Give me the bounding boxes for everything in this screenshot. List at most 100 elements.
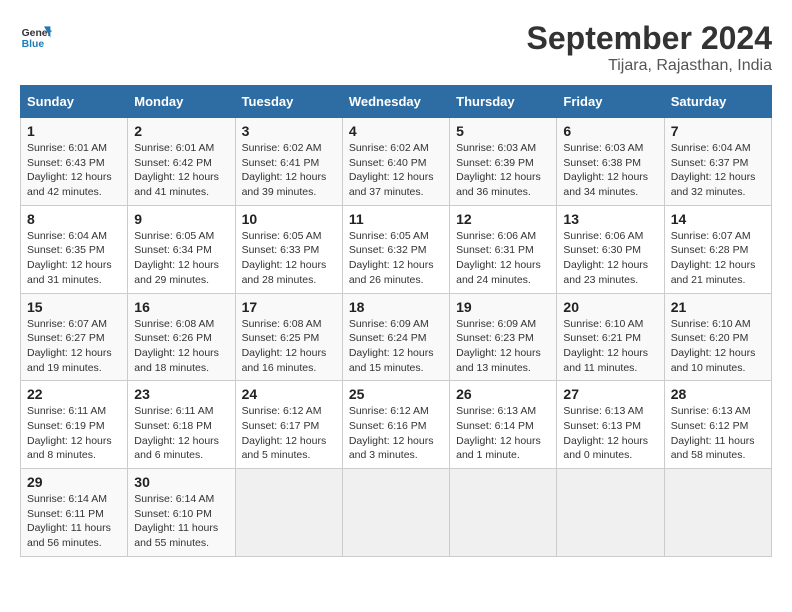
day-number: 2 — [134, 123, 228, 139]
table-cell: 27 Sunrise: 6:13 AMSunset: 6:13 PMDayligh… — [557, 381, 664, 469]
table-cell: 22Sunrise: 6:11 AMSunset: 6:19 PMDayligh… — [21, 381, 128, 469]
table-cell: 21Sunrise: 6:10 AMSunset: 6:20 PMDayligh… — [664, 293, 771, 381]
table-cell: 5 Sunrise: 6:03 AMSunset: 6:39 PMDaylight… — [450, 118, 557, 206]
day-detail: Sunrise: 6:03 AMSunset: 6:38 PMDaylight:… — [563, 141, 657, 200]
day-number: 10 — [242, 211, 336, 227]
table-cell: 4 Sunrise: 6:02 AMSunset: 6:40 PMDaylight… — [342, 118, 449, 206]
day-detail: Sunrise: 6:10 AMSunset: 6:20 PMDaylight:… — [671, 317, 765, 376]
day-number: 12 — [456, 211, 550, 227]
table-row: 15 Sunrise: 6:07 AMSunset: 6:27 PMDayligh… — [21, 293, 772, 381]
day-detail: Sunrise: 6:06 AMSunset: 6:31 PMDaylight:… — [456, 229, 550, 288]
table-cell: 28 Sunrise: 6:13 AMSunset: 6:12 PMDayligh… — [664, 381, 771, 469]
day-number: 4 — [349, 123, 443, 139]
day-number: 27 — [563, 386, 657, 402]
table-cell: 29 Sunrise: 6:14 AMSunset: 6:11 PMDayligh… — [21, 469, 128, 557]
day-detail: Sunrise: 6:09 AMSunset: 6:24 PMDaylight:… — [349, 317, 443, 376]
day-number: 25 — [349, 386, 443, 402]
day-detail: Sunrise: 6:08 AMSunset: 6:26 PMDaylight:… — [134, 317, 228, 376]
header-row: Sunday Monday Tuesday Wednesday Thursday… — [21, 86, 772, 118]
table-cell: 26 Sunrise: 6:13 AMSunset: 6:14 PMDayligh… — [450, 381, 557, 469]
day-detail: Sunrise: 6:05 AMSunset: 6:32 PMDaylight:… — [349, 229, 443, 288]
table-cell: 7 Sunrise: 6:04 AMSunset: 6:37 PMDaylight… — [664, 118, 771, 206]
day-detail: Sunrise: 6:02 AMSunset: 6:41 PMDaylight:… — [242, 141, 336, 200]
day-number: 17 — [242, 299, 336, 315]
calendar-body: 1Sunrise: 6:01 AMSunset: 6:43 PMDaylight… — [21, 118, 772, 557]
day-number: 6 — [563, 123, 657, 139]
day-number: 15 — [27, 299, 121, 315]
day-detail: Sunrise: 6:06 AMSunset: 6:30 PMDaylight:… — [563, 229, 657, 288]
day-detail: Sunrise: 6:07 AMSunset: 6:27 PMDaylight:… — [27, 317, 121, 376]
table-row: 29 Sunrise: 6:14 AMSunset: 6:11 PMDayligh… — [21, 469, 772, 557]
table-cell: 24 Sunrise: 6:12 AMSunset: 6:17 PMDayligh… — [235, 381, 342, 469]
table-cell: 17Sunrise: 6:08 AMSunset: 6:25 PMDayligh… — [235, 293, 342, 381]
day-number: 18 — [349, 299, 443, 315]
day-detail: Sunrise: 6:01 AMSunset: 6:42 PMDaylight:… — [134, 141, 228, 200]
title-block: September 2024 Tijara, Rajasthan, India — [527, 20, 772, 75]
day-number: 28 — [671, 386, 765, 402]
table-cell — [235, 469, 342, 557]
table-cell — [450, 469, 557, 557]
table-cell: 10 Sunrise: 6:05 AMSunset: 6:33 PMDayligh… — [235, 205, 342, 293]
table-cell: 18 Sunrise: 6:09 AMSunset: 6:24 PMDayligh… — [342, 293, 449, 381]
table-cell: 1Sunrise: 6:01 AMSunset: 6:43 PMDaylight… — [21, 118, 128, 206]
col-tuesday: Tuesday — [235, 86, 342, 118]
day-detail: Sunrise: 6:04 AMSunset: 6:37 PMDaylight:… — [671, 141, 765, 200]
page-title: September 2024 — [527, 20, 772, 57]
day-detail: Sunrise: 6:05 AMSunset: 6:33 PMDaylight:… — [242, 229, 336, 288]
day-number: 1 — [27, 123, 121, 139]
col-saturday: Saturday — [664, 86, 771, 118]
day-number: 26 — [456, 386, 550, 402]
day-detail: Sunrise: 6:02 AMSunset: 6:40 PMDaylight:… — [349, 141, 443, 200]
day-detail: Sunrise: 6:12 AMSunset: 6:17 PMDaylight:… — [242, 404, 336, 463]
day-number: 20 — [563, 299, 657, 315]
logo: General Blue — [20, 20, 52, 52]
calendar-table: Sunday Monday Tuesday Wednesday Thursday… — [20, 85, 772, 557]
day-number: 19 — [456, 299, 550, 315]
day-detail: Sunrise: 6:13 AMSunset: 6:14 PMDaylight:… — [456, 404, 550, 463]
table-cell: 16 Sunrise: 6:08 AMSunset: 6:26 PMDayligh… — [128, 293, 235, 381]
table-cell: 20 Sunrise: 6:10 AMSunset: 6:21 PMDayligh… — [557, 293, 664, 381]
table-cell: 13 Sunrise: 6:06 AMSunset: 6:30 PMDayligh… — [557, 205, 664, 293]
day-detail: Sunrise: 6:04 AMSunset: 6:35 PMDaylight:… — [27, 229, 121, 288]
table-cell: 9 Sunrise: 6:05 AMSunset: 6:34 PMDaylight… — [128, 205, 235, 293]
table-cell: 30Sunrise: 6:14 AMSunset: 6:10 PMDayligh… — [128, 469, 235, 557]
col-sunday: Sunday — [21, 86, 128, 118]
table-cell: 23Sunrise: 6:11 AMSunset: 6:18 PMDayligh… — [128, 381, 235, 469]
table-cell: 25Sunrise: 6:12 AMSunset: 6:16 PMDayligh… — [342, 381, 449, 469]
day-detail: Sunrise: 6:10 AMSunset: 6:21 PMDaylight:… — [563, 317, 657, 376]
day-detail: Sunrise: 6:11 AMSunset: 6:18 PMDaylight:… — [134, 404, 228, 463]
table-cell: 15 Sunrise: 6:07 AMSunset: 6:27 PMDayligh… — [21, 293, 128, 381]
col-friday: Friday — [557, 86, 664, 118]
day-number: 13 — [563, 211, 657, 227]
day-number: 29 — [27, 474, 121, 490]
table-cell: 6 Sunrise: 6:03 AMSunset: 6:38 PMDaylight… — [557, 118, 664, 206]
page-header: General Blue September 2024 Tijara, Raja… — [20, 20, 772, 75]
day-number: 9 — [134, 211, 228, 227]
table-cell: 3 Sunrise: 6:02 AMSunset: 6:41 PMDaylight… — [235, 118, 342, 206]
day-number: 14 — [671, 211, 765, 227]
day-number: 16 — [134, 299, 228, 315]
page-subtitle: Tijara, Rajasthan, India — [527, 57, 772, 75]
day-detail: Sunrise: 6:14 AMSunset: 6:11 PMDaylight:… — [27, 492, 121, 551]
table-cell: 12 Sunrise: 6:06 AMSunset: 6:31 PMDayligh… — [450, 205, 557, 293]
day-detail: Sunrise: 6:03 AMSunset: 6:39 PMDaylight:… — [456, 141, 550, 200]
table-cell: 19 Sunrise: 6:09 AMSunset: 6:23 PMDayligh… — [450, 293, 557, 381]
table-cell: 8Sunrise: 6:04 AMSunset: 6:35 PMDaylight… — [21, 205, 128, 293]
day-detail: Sunrise: 6:13 AMSunset: 6:12 PMDaylight:… — [671, 404, 765, 463]
day-number: 22 — [27, 386, 121, 402]
day-detail: Sunrise: 6:05 AMSunset: 6:34 PMDaylight:… — [134, 229, 228, 288]
col-wednesday: Wednesday — [342, 86, 449, 118]
day-detail: Sunrise: 6:07 AMSunset: 6:28 PMDaylight:… — [671, 229, 765, 288]
col-thursday: Thursday — [450, 86, 557, 118]
day-number: 3 — [242, 123, 336, 139]
table-cell — [342, 469, 449, 557]
table-cell: 14 Sunrise: 6:07 AMSunset: 6:28 PMDayligh… — [664, 205, 771, 293]
day-number: 24 — [242, 386, 336, 402]
day-number: 5 — [456, 123, 550, 139]
table-row: 22Sunrise: 6:11 AMSunset: 6:19 PMDayligh… — [21, 381, 772, 469]
table-cell — [664, 469, 771, 557]
day-detail: Sunrise: 6:13 AMSunset: 6:13 PMDaylight:… — [563, 404, 657, 463]
day-number: 7 — [671, 123, 765, 139]
day-detail: Sunrise: 6:09 AMSunset: 6:23 PMDaylight:… — [456, 317, 550, 376]
table-row: 8Sunrise: 6:04 AMSunset: 6:35 PMDaylight… — [21, 205, 772, 293]
